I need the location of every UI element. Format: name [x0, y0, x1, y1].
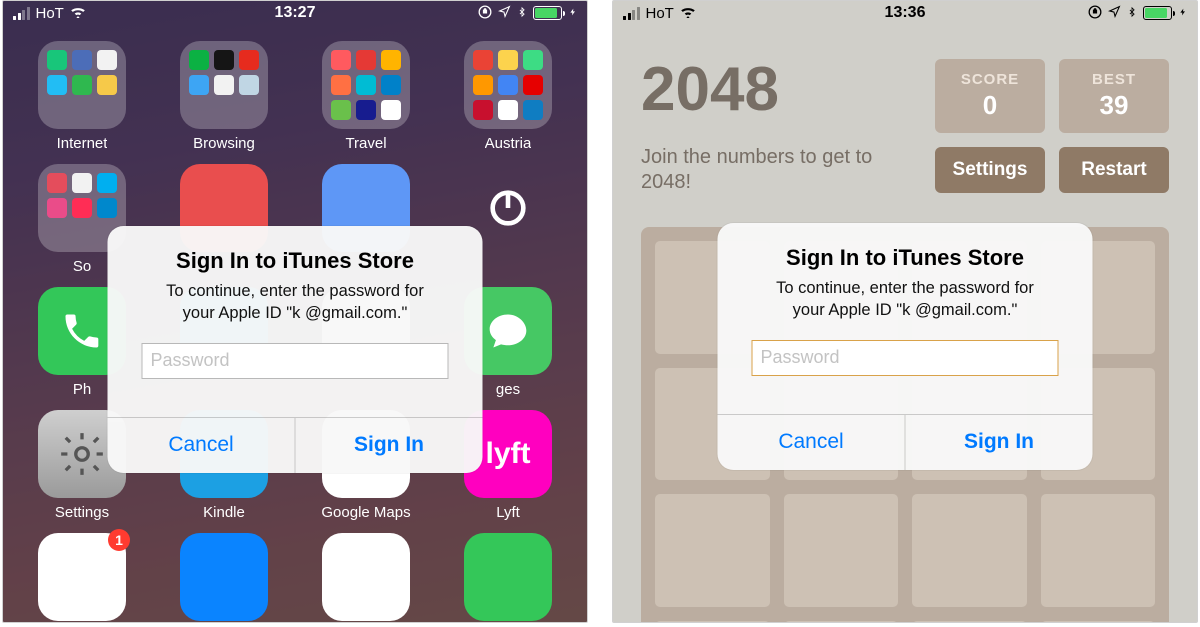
location-icon: [498, 5, 511, 21]
signin-alert: Sign In to iTunes Store To continue, ent…: [108, 226, 483, 473]
phone-home-screen: HoT 13:27 Internet: [2, 0, 588, 623]
app-label: Lyft: [496, 504, 520, 521]
folder-travel[interactable]: [322, 41, 410, 129]
alert-title: Sign In to iTunes Store: [128, 248, 463, 274]
score-box: SCORE 0: [935, 59, 1045, 133]
best-box: BEST 39: [1059, 59, 1169, 133]
settings-button[interactable]: Settings: [935, 147, 1045, 193]
best-label: BEST: [1092, 71, 1136, 88]
alert-message: To continue, enter the password for your…: [738, 277, 1073, 322]
bluetooth-icon: [517, 5, 527, 22]
bluetooth-icon: [1127, 5, 1137, 22]
folder-label: So: [73, 258, 91, 275]
alert-message: To continue, enter the password for your…: [128, 280, 463, 325]
battery-icon: [1143, 6, 1172, 20]
carrier-label: HoT: [36, 5, 64, 22]
signin-button[interactable]: Sign In: [905, 415, 1093, 470]
clock: 13:27: [275, 4, 316, 22]
folder-internet[interactable]: [38, 41, 126, 129]
folder-austria[interactable]: [464, 41, 552, 129]
folder-label: Travel: [345, 135, 386, 152]
folder-label: Internet: [57, 135, 108, 152]
game-title: 2048: [641, 59, 921, 121]
battery-icon: [533, 6, 562, 20]
wifi-icon: [680, 5, 696, 21]
restart-button[interactable]: Restart: [1059, 147, 1169, 193]
score-value: 0: [983, 90, 997, 121]
signal-icon: [623, 7, 640, 20]
phone-2048-app: HoT 13:36 2048 SCORE 0: [612, 0, 1198, 623]
location-icon: [1108, 5, 1121, 21]
status-bar: HoT 13:27: [3, 1, 587, 25]
app-label: Google Maps: [321, 504, 410, 521]
app-label: Kindle: [203, 504, 245, 521]
folder-label: Austria: [485, 135, 532, 152]
signin-alert: Sign In to iTunes Store To continue, ent…: [718, 223, 1093, 470]
clock: 13:36: [885, 4, 926, 22]
game-blurb: Join the numbers to get to 2048!: [641, 145, 921, 195]
carrier-label: HoT: [646, 5, 674, 22]
cancel-button[interactable]: Cancel: [108, 418, 295, 473]
folder-browsing[interactable]: [180, 41, 268, 129]
app-label: Ph: [73, 381, 91, 398]
cancel-button[interactable]: Cancel: [718, 415, 905, 470]
wifi-icon: [70, 5, 86, 21]
signin-button[interactable]: Sign In: [295, 418, 483, 473]
folder-label: Browsing: [193, 135, 255, 152]
app-label: Settings: [55, 504, 109, 521]
app-icon[interactable]: [180, 533, 268, 621]
badge: 1: [108, 529, 130, 551]
app-label: ges: [496, 381, 520, 398]
charging-icon: [569, 5, 577, 22]
best-value: 39: [1100, 90, 1129, 121]
score-label: SCORE: [961, 71, 1019, 88]
password-input[interactable]: [142, 343, 449, 379]
signal-icon: [13, 7, 30, 20]
orientation-lock-icon: [1088, 5, 1102, 22]
app-icon[interactable]: [464, 533, 552, 621]
app-icon[interactable]: [322, 533, 410, 621]
orientation-lock-icon: [478, 5, 492, 22]
password-input[interactable]: [752, 340, 1059, 376]
status-bar: HoT 13:36: [613, 1, 1197, 25]
alert-title: Sign In to iTunes Store: [738, 245, 1073, 271]
charging-icon: [1179, 5, 1187, 22]
